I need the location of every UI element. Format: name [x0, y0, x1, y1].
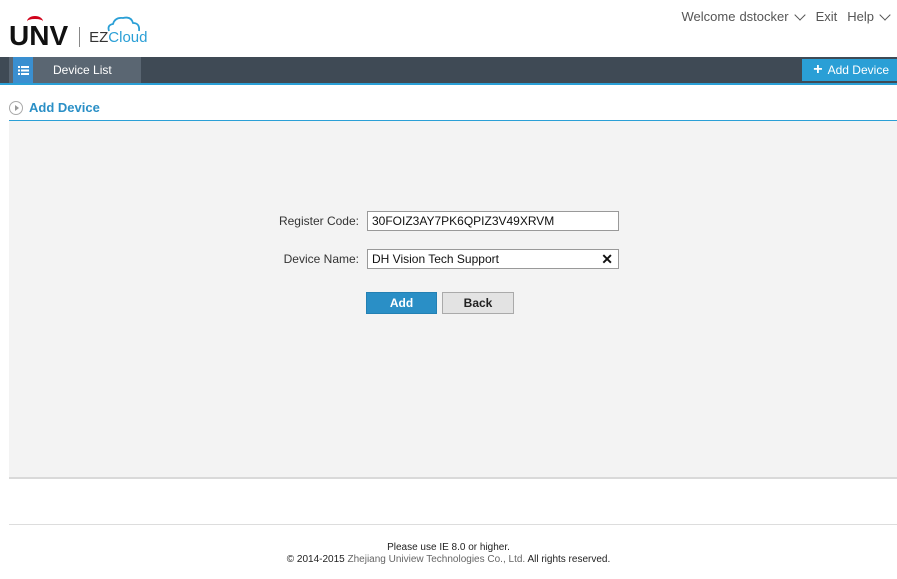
logo: UNV EZ Cloud: [9, 16, 148, 50]
device-name-row: Device Name: DH Vision Tech Support ✕: [259, 249, 619, 269]
tab-device-list-label: Device List: [53, 63, 112, 77]
plus-icon: +: [813, 61, 823, 78]
play-circle-icon: [9, 100, 23, 115]
exit-link[interactable]: Exit: [816, 9, 838, 24]
help-menu[interactable]: Help: [847, 8, 891, 24]
list-icon: [13, 57, 33, 83]
chevron-down-icon: [793, 8, 806, 21]
device-name-input[interactable]: DH Vision Tech Support ✕: [367, 249, 619, 269]
help-label: Help: [847, 9, 874, 24]
chevron-down-icon: [879, 8, 891, 21]
cloud-icon: [107, 16, 141, 32]
back-button[interactable]: Back: [442, 292, 514, 314]
register-code-row: Register Code: 30FOIZ3AY7PK6QPIZ3V49XRVM: [259, 211, 619, 231]
add-device-form-panel: Register Code: 30FOIZ3AY7PK6QPIZ3V49XRVM…: [9, 121, 897, 479]
register-code-value: 30FOIZ3AY7PK6QPIZ3V49XRVM: [372, 214, 555, 228]
company-name: Zhejiang Uniview Technologies Co., Ltd.: [347, 554, 526, 565]
device-name-value: DH Vision Tech Support: [372, 252, 499, 266]
username: dstocker: [739, 9, 789, 24]
register-code-label: Register Code:: [278, 214, 359, 228]
clear-icon[interactable]: ✕: [601, 250, 613, 268]
welcome-label: Welcome: [681, 9, 736, 24]
page-title: Add Device: [9, 100, 100, 115]
copyright: © 2014-2015 Zhejiang Uniview Technologie…: [0, 554, 897, 566]
logo-cloud: Cloud: [107, 16, 148, 48]
add-button[interactable]: Add: [366, 292, 437, 314]
user-menu[interactable]: Welcome dstocker: [681, 8, 806, 24]
copyright-rights: All rights reserved.: [527, 554, 611, 565]
nav-bar: Device List + Add Device: [0, 57, 897, 85]
add-device-button[interactable]: + Add Device: [802, 59, 897, 81]
top-nav: Welcome dstocker Exit Help: [675, 8, 891, 24]
copyright-prefix: © 2014-2015: [286, 554, 345, 565]
device-name-label: Device Name:: [283, 252, 359, 266]
page-title-text: Add Device: [29, 100, 100, 115]
header: UNV EZ Cloud Welcome dstocker Exit Help: [0, 0, 897, 56]
logo-divider: [79, 27, 81, 47]
browser-note: Please use IE 8.0 or higher.: [387, 542, 510, 553]
footer: Please use IE 8.0 or higher. © 2014-2015…: [0, 542, 897, 566]
footer-divider: [9, 524, 897, 525]
logo-brand: UNV: [9, 16, 68, 50]
register-code-input[interactable]: 30FOIZ3AY7PK6QPIZ3V49XRVM: [367, 211, 619, 231]
tab-device-list[interactable]: Device List: [9, 57, 141, 83]
add-device-label: Add Device: [827, 63, 889, 77]
